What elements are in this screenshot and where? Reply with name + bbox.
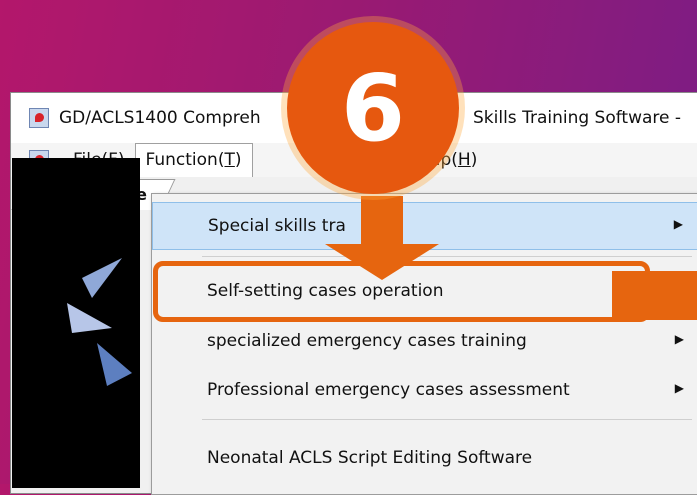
annotation-pointer-bar [612, 271, 697, 320]
menu-item-specialized-emergency[interactable]: specialized emergency cases training ▶ [152, 318, 697, 366]
menu-item-label: Neonatal ACLS Script Editing Software [207, 448, 533, 468]
step-badge: 6 [287, 22, 459, 194]
menu-function[interactable]: Function(T) [134, 143, 253, 177]
submenu-arrow-icon: ▶ [673, 217, 683, 231]
annotation-arrow-down-icon [325, 244, 439, 280]
scene-viewport [12, 158, 140, 488]
menu-item-professional-assessment[interactable]: Professional emergency cases assessment … [152, 367, 697, 415]
annotation-arrow-shaft [361, 196, 403, 246]
menu-item-label: Professional emergency cases assessment [207, 380, 570, 400]
menu-item-label: Special skills tra [208, 216, 346, 236]
menu-item-special-skills[interactable]: Special skills tra ▶ [152, 202, 697, 250]
menu-item-neonatal-script-editor[interactable]: Neonatal ACLS Script Editing Software [152, 435, 697, 483]
submenu-arrow-icon: ▶ [674, 332, 684, 346]
app-icon [29, 108, 49, 128]
window-title-left: GD/ACLS1400 Compreh [59, 108, 261, 128]
logo-graphic [67, 258, 132, 386]
function-dropdown-menu: Special skills tra ▶ Self-setting cases … [151, 193, 697, 495]
step-number: 6 [340, 54, 405, 162]
menu-separator [202, 256, 692, 257]
menu-item-label: specialized emergency cases training [207, 331, 527, 351]
submenu-arrow-icon: ▶ [674, 381, 684, 395]
menu-separator [202, 419, 692, 420]
window-title-right: Skills Training Software - [473, 108, 682, 128]
